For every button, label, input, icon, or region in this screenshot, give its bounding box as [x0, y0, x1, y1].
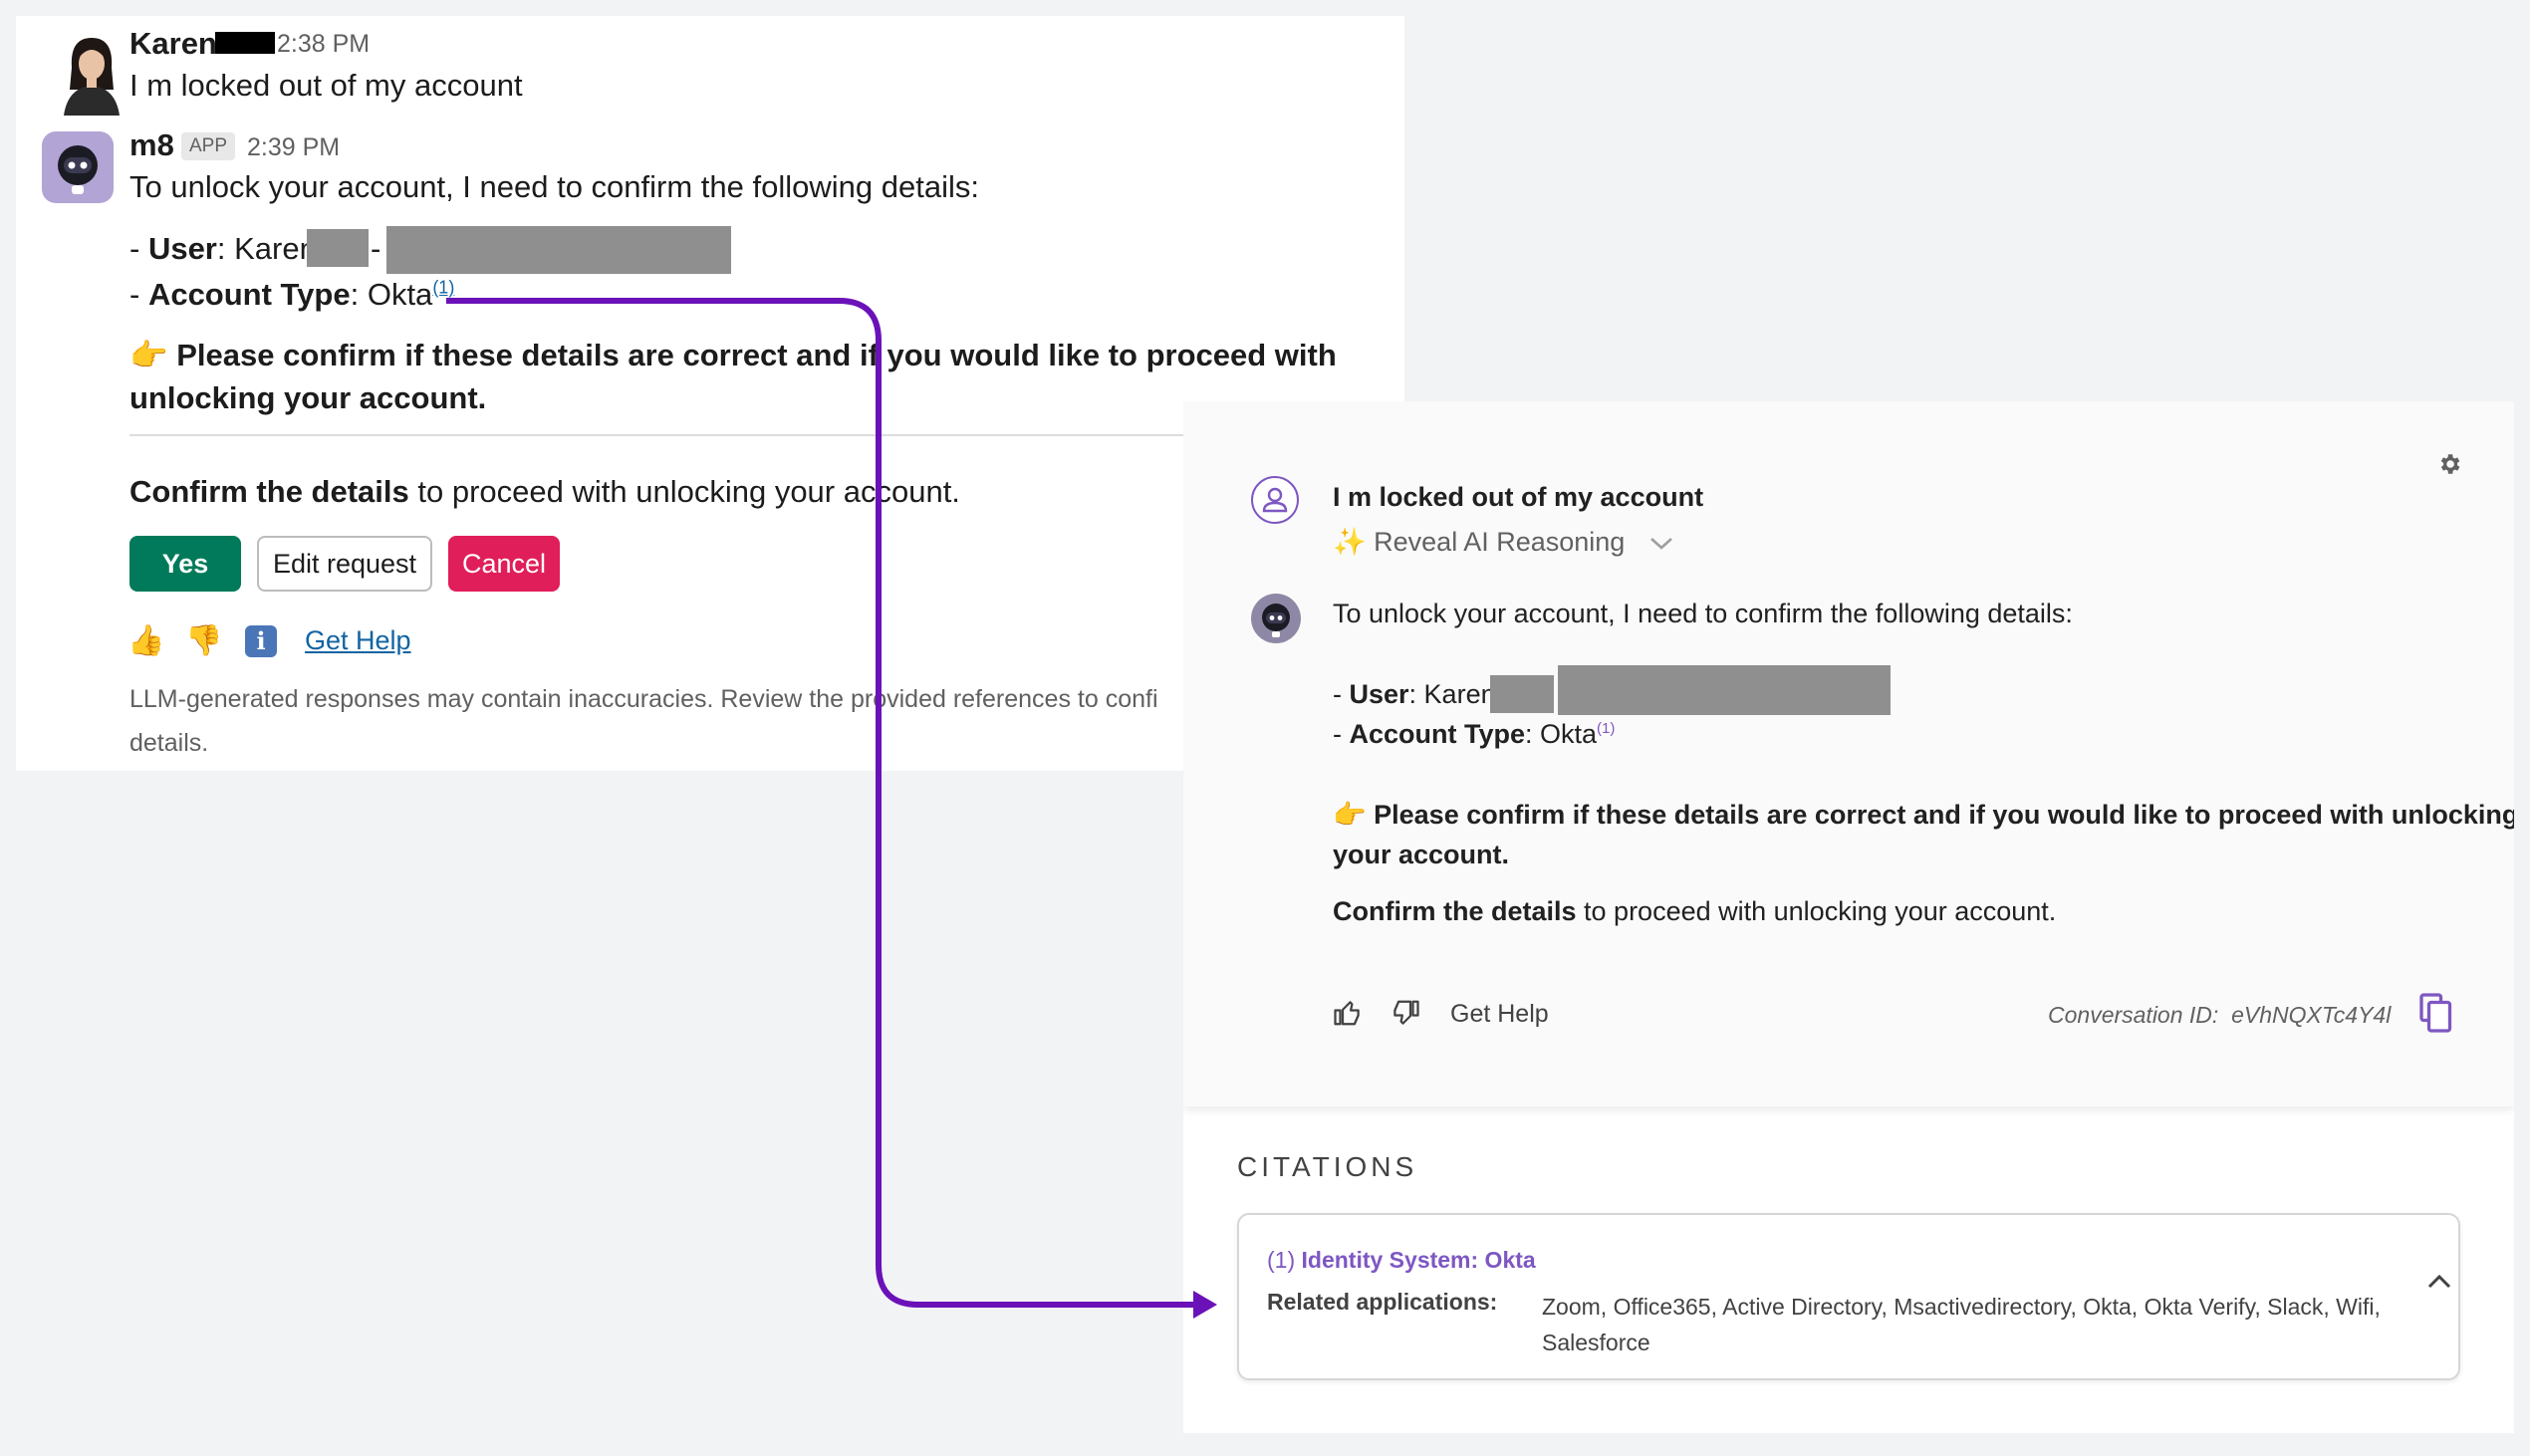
confirm-text: Please confirm if these details are corr…: [1374, 800, 2514, 830]
confirm-details-bold: Confirm the details: [1333, 896, 1577, 926]
thumbs-up-icon[interactable]: 👍: [127, 623, 164, 659]
redacted-field: [1490, 675, 1554, 713]
confirm-text: Please confirm if these details are corr…: [176, 338, 1337, 372]
bot-avatar: [1251, 594, 1301, 643]
detail-account-line: - Account Type: Okta(1): [1333, 719, 1615, 750]
detail-account-label: Account Type: [147, 277, 351, 312]
m8-bot-avatar[interactable]: [42, 131, 114, 203]
detail-account-line: - Account Type: Okta(1): [129, 277, 454, 313]
redacted-field: [1558, 665, 1891, 715]
conversation-id-label: Conversation ID:: [2048, 1002, 2219, 1028]
thumbs-down-icon[interactable]: 👎: [185, 623, 222, 659]
edit-request-button[interactable]: Edit request: [257, 536, 432, 592]
related-apps-label: Related applications:: [1267, 1289, 1498, 1315]
detail-user-line: - User: Karen: [1333, 679, 1496, 710]
get-help-button[interactable]: Get Help: [1450, 1000, 1549, 1029]
user-message-text: I m locked out of my account: [1333, 482, 1704, 512]
detail-user-value: : Karen: [216, 231, 317, 266]
message-timestamp[interactable]: 2:38 PM: [277, 30, 370, 59]
sparkle-icon: ✨: [1333, 527, 1367, 557]
citation-link[interactable]: (1): [432, 278, 454, 298]
citation-number: (1): [1267, 1247, 1296, 1273]
reveal-label: Reveal AI Reasoning: [1374, 527, 1626, 557]
bot-icon: [58, 145, 98, 194]
message-author-m8[interactable]: m8: [129, 127, 174, 163]
detail-account-value: : Okta: [1525, 719, 1598, 749]
detail-user-label: User: [1349, 679, 1409, 709]
yes-button[interactable]: Yes: [129, 536, 241, 592]
detail-account-label: Account Type: [1349, 719, 1526, 749]
confirm-line-2: your account.: [1333, 840, 1510, 869]
citations-heading: CITATIONS: [1237, 1151, 1418, 1182]
redacted-field: [386, 226, 731, 274]
citation-link[interactable]: (1): [1597, 720, 1615, 737]
disclaimer-text-2: details.: [129, 729, 209, 757]
confirm-details-bold: Confirm the details: [129, 474, 409, 509]
confirm-line-1: 👉 Please confirm if these details are co…: [1333, 799, 2514, 831]
conversation-id: Conversation ID: eVhNQXTc4Y4l: [2048, 1002, 2391, 1029]
user-avatar: [1251, 476, 1299, 524]
cancel-button[interactable]: Cancel: [448, 536, 560, 592]
redacted-surname: [215, 32, 275, 54]
citation-source-name: Identity System: Okta: [1301, 1247, 1536, 1273]
user-icon: [1262, 487, 1288, 513]
app-badge: APP: [181, 132, 235, 160]
get-help-link[interactable]: Get Help: [305, 625, 411, 656]
detail-user-label: User: [147, 231, 217, 266]
confirm-details-rest: to proceed with unlocking your account.: [408, 474, 960, 509]
bot-intro-text: To unlock your account, I need to confir…: [129, 169, 979, 204]
bullet: -: [1333, 719, 1350, 749]
chevron-down-icon: [1649, 537, 1672, 550]
user-message-text: I m locked out of my account: [129, 68, 523, 103]
chevron-up-icon[interactable]: [2424, 1267, 2454, 1297]
bot-icon: [1262, 604, 1290, 637]
confirm-details-line: Confirm the details to proceed with unlo…: [129, 474, 960, 510]
pointing-hand-icon: 👉: [1333, 800, 1367, 830]
confirm-line-1: 👉 Please confirm if these details are co…: [129, 337, 1337, 373]
bullet: -: [1333, 679, 1350, 709]
citation-title[interactable]: (1) Identity System: Okta: [1267, 1247, 1536, 1274]
confirm-details-rest: to proceed with unlocking your account.: [1576, 896, 2057, 926]
conversation-card: I m locked out of my account ✨ Reveal AI…: [1183, 401, 2514, 1106]
karen-avatar[interactable]: [56, 28, 127, 116]
related-apps-value: Zoom, Office365, Active Directory, Msact…: [1542, 1294, 2381, 1355]
bullet: -: [129, 231, 148, 266]
m8-chat-panel: I m locked out of my account ✨ Reveal AI…: [1183, 401, 2514, 1433]
detail-user-line: - User: Karen: [129, 231, 317, 267]
bot-intro-text: To unlock your account, I need to confir…: [1333, 599, 2073, 628]
detail-account-value: : Okta: [350, 277, 433, 312]
thumbs-down-icon[interactable]: [1391, 998, 1420, 1028]
disclaimer-text: LLM-generated responses may contain inac…: [129, 685, 1158, 713]
bullet: -: [129, 277, 148, 312]
citation-card[interactable]: (1) Identity System: Okta Related applic…: [1237, 1213, 2460, 1380]
reveal-ai-reasoning-toggle[interactable]: ✨ Reveal AI Reasoning: [1333, 526, 1676, 558]
copy-icon[interactable]: [2418, 992, 2454, 1034]
pointing-hand-icon: 👉: [129, 338, 168, 372]
thumbs-up-icon[interactable]: [1333, 998, 1363, 1028]
dash: -: [371, 231, 381, 266]
conversation-id-value: eVhNQXTc4Y4l: [2231, 1002, 2392, 1028]
gear-icon[interactable]: [2436, 451, 2462, 477]
redacted-field: [307, 229, 369, 267]
message-timestamp[interactable]: 2:39 PM: [247, 133, 340, 162]
confirm-line-2: unlocking your account.: [129, 380, 487, 415]
info-icon[interactable]: i: [245, 625, 277, 657]
message-author-karen[interactable]: Karen: [129, 26, 217, 62]
detail-user-value: : Karen: [1408, 679, 1496, 709]
confirm-details-line: Confirm the details to proceed with unlo…: [1333, 896, 2056, 927]
